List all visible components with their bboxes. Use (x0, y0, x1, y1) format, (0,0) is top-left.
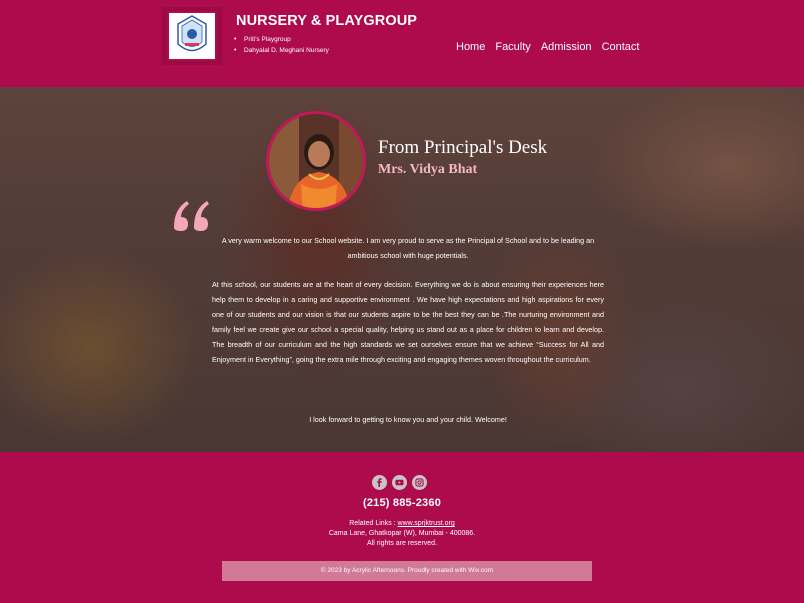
section-heading: From Principal's Desk (378, 137, 548, 158)
nav-contact[interactable]: Contact (602, 41, 640, 53)
youtube-icon[interactable] (392, 475, 407, 490)
related-link[interactable]: www.sprjktrust.org (398, 520, 455, 527)
facebook-icon[interactable] (372, 475, 387, 490)
nav-faculty[interactable]: Faculty (495, 41, 530, 53)
principal-name: Mrs. Vidya Bhat (378, 162, 478, 177)
school-logo[interactable] (162, 7, 222, 65)
principal-section: From Principal's Desk Mrs. Vidya Bhat A … (0, 87, 804, 452)
nav-home[interactable]: Home (456, 41, 485, 53)
site-footer: (215) 885-2360 Related Links : www.sprjk… (0, 452, 804, 603)
closing-line: I look forward to getting to know you an… (309, 415, 507, 424)
logo-emblem (167, 11, 217, 61)
copyright-bar: © 2023 by Acrylic Afternoons. Proudly cr… (222, 561, 592, 581)
related-label: Related Links : (349, 520, 398, 527)
rights-text: All rights are reserved. (366, 540, 438, 547)
social-links (372, 475, 427, 490)
sub-school-list: Priti's Playgroup Dahyalal D. Meghani Nu… (234, 35, 329, 56)
nav-admission[interactable]: Admission (541, 41, 592, 53)
welcome-intro: A very warm welcome to our School websit… (221, 236, 595, 260)
site-title: NURSERY & PLAYGROUP (236, 13, 418, 29)
principal-message: At this school, our students are at the … (212, 280, 604, 364)
principal-photo (266, 111, 366, 211)
instagram-icon[interactable] (412, 475, 427, 490)
site-header: NURSERY & PLAYGROUP Priti's Playgroup Da… (0, 0, 804, 87)
related-links: Related Links : www.sprjktrust.org (0, 519, 804, 529)
phone-number: (215) 885-2360 (362, 497, 442, 509)
main-nav: Home Faculty Admission Contact (456, 41, 649, 53)
footer-info: Related Links : www.sprjktrust.org Cama … (0, 519, 804, 549)
sub-school-item: Priti's Playgroup (234, 35, 329, 46)
sub-school-item: Dahyalal D. Meghani Nursery (234, 46, 329, 57)
quote-icon (171, 197, 213, 237)
address: Cama Lane, Ghatkopar (W), Mumbai - 40008… (328, 530, 476, 537)
